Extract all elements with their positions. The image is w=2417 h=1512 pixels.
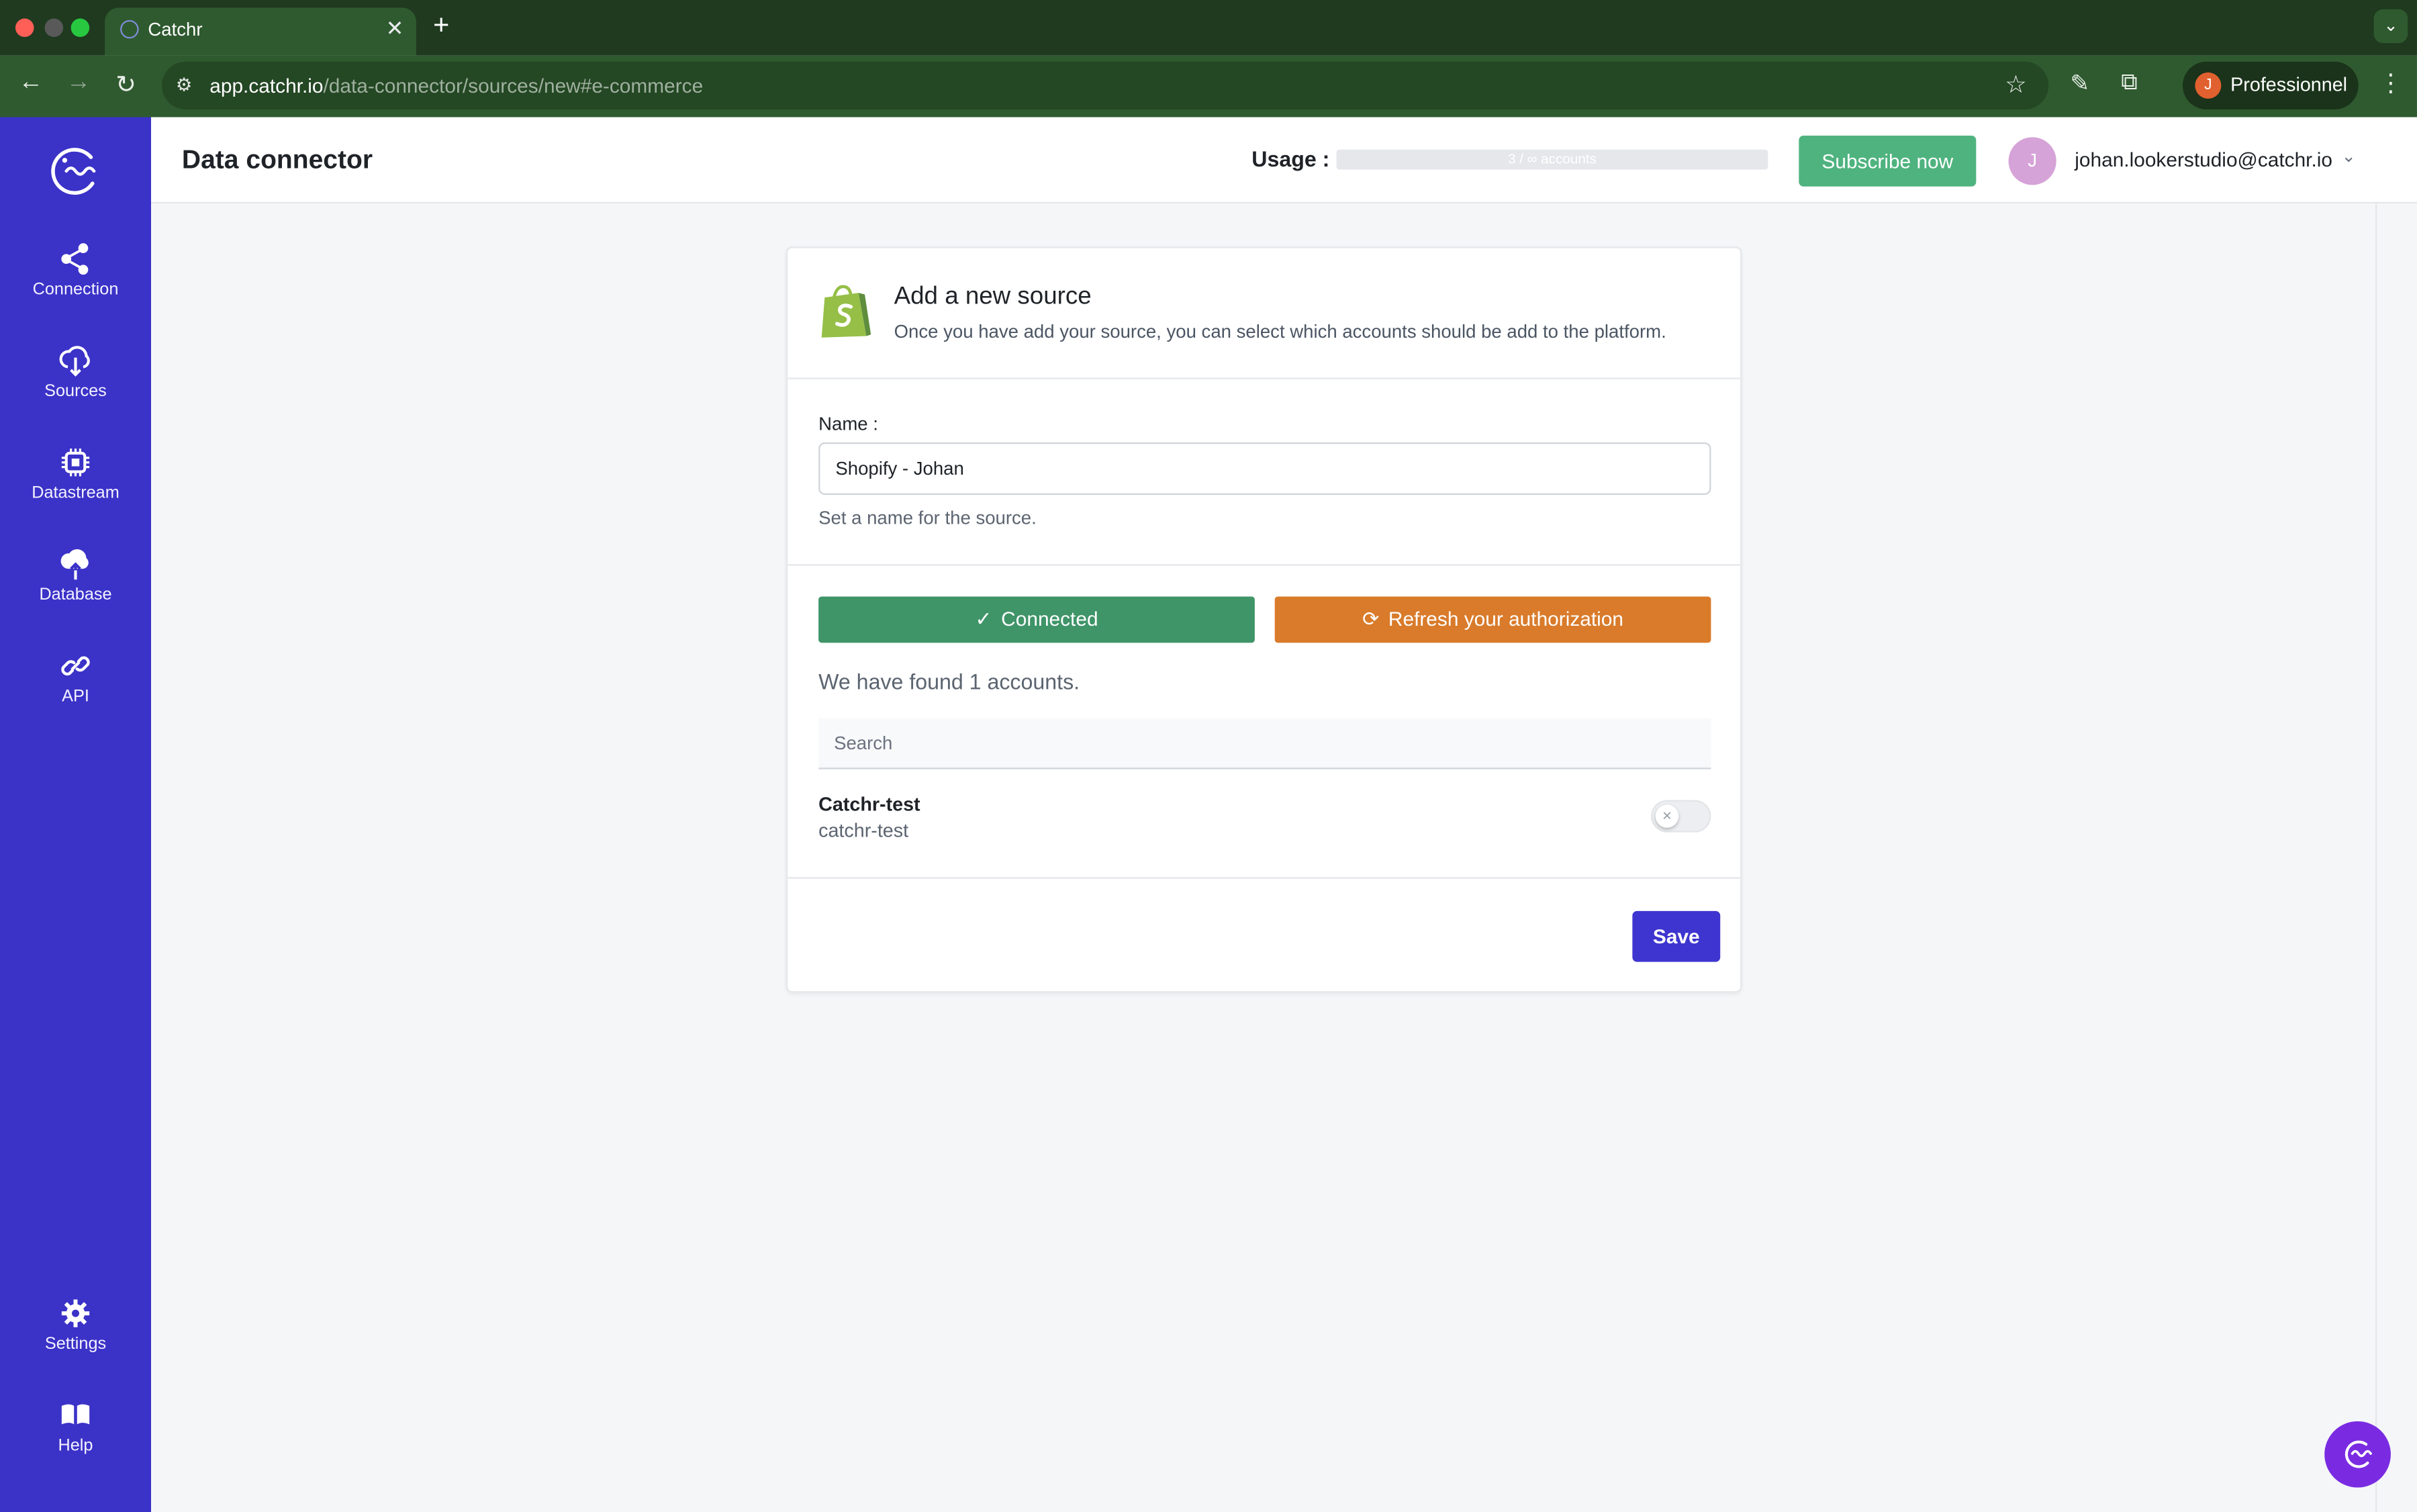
catchr-logo[interactable] bbox=[45, 145, 107, 197]
card-subtitle: Once you have add your source, you can s… bbox=[894, 320, 1666, 342]
account-name: Catchr-test bbox=[818, 794, 920, 816]
tab-search-chevron-icon[interactable]: ⌄ bbox=[2373, 9, 2408, 44]
gear-icon bbox=[61, 1299, 90, 1327]
share-icon bbox=[61, 243, 89, 275]
browser-tab-bar: Catchr ✕ + ⌄ bbox=[0, 0, 2417, 56]
divider bbox=[788, 564, 1741, 566]
add-source-card: Add a new source Once you have add your … bbox=[786, 246, 1742, 993]
sidebar-item-connection[interactable]: Connection bbox=[0, 240, 151, 299]
card-title: Add a new source bbox=[894, 283, 1092, 310]
sidebar-item-label: Settings bbox=[44, 1335, 107, 1354]
avatar[interactable]: J bbox=[2008, 137, 2056, 185]
accounts-found-text: We have found 1 accounts. bbox=[818, 669, 1080, 694]
reload-icon[interactable]: ↻ bbox=[115, 69, 136, 100]
site-settings-icon[interactable]: ⚙ bbox=[176, 74, 193, 95]
user-email[interactable]: johan.lookerstudio@catchr.io bbox=[2075, 148, 2332, 171]
sidebar-item-label: Datastream bbox=[32, 483, 120, 503]
address-bar[interactable]: ⚙ app.catchr.io/data-connector/sources/n… bbox=[162, 61, 2049, 110]
back-arrow-icon[interactable]: ← bbox=[19, 69, 44, 97]
connected-button[interactable]: ✓ Connected bbox=[818, 596, 1255, 643]
account-id: catchr-test bbox=[818, 820, 909, 842]
book-icon bbox=[61, 1404, 90, 1425]
window-minimize-button[interactable] bbox=[44, 18, 64, 38]
sidebar-item-database[interactable]: Database bbox=[0, 546, 151, 604]
sidebar-item-label: Help bbox=[58, 1436, 93, 1456]
refresh-authorization-button[interactable]: ⟳ Refresh your authorization bbox=[1274, 596, 1711, 643]
link-icon bbox=[61, 656, 90, 676]
cloud-upload-icon bbox=[60, 549, 89, 580]
extensions-puzzle-icon[interactable]: ⧉ bbox=[2121, 69, 2138, 95]
forward-arrow-icon[interactable]: → bbox=[66, 69, 91, 97]
shopify-logo-icon bbox=[821, 285, 871, 338]
tab-close-icon[interactable]: ✕ bbox=[386, 15, 404, 42]
sidebar-item-label: Sources bbox=[44, 382, 107, 401]
chat-widget-button[interactable] bbox=[2324, 1421, 2391, 1488]
subscribe-button[interactable]: Subscribe now bbox=[1799, 136, 1977, 187]
chevron-down-icon[interactable]: ⌄ bbox=[2341, 146, 2355, 167]
bookmark-star-icon[interactable]: ☆ bbox=[2005, 69, 2027, 100]
check-icon: ✓ bbox=[975, 607, 992, 631]
chip-icon bbox=[61, 448, 90, 477]
refresh-label: Refresh your authorization bbox=[1388, 607, 1624, 631]
connected-label: Connected bbox=[1001, 607, 1098, 631]
url-text[interactable]: app.catchr.io/data-connector/sources/new… bbox=[209, 74, 703, 97]
sidebar-item-api[interactable]: API bbox=[0, 647, 151, 706]
sidebar-item-label: Connection bbox=[32, 280, 119, 299]
toggle-x-icon: ✕ bbox=[1655, 804, 1679, 828]
sidebar-item-help[interactable]: Help bbox=[0, 1397, 151, 1455]
profile-avatar: J bbox=[2195, 72, 2222, 99]
tab-title: Catchr bbox=[148, 18, 203, 40]
profile-button[interactable]: J Professionnel bbox=[2182, 61, 2359, 110]
sidebar: Connection Sources Datastream Database A… bbox=[0, 117, 151, 1512]
sidebar-item-sources[interactable]: Sources bbox=[0, 342, 151, 401]
account-toggle[interactable]: ✕ bbox=[1650, 800, 1711, 833]
divider bbox=[788, 377, 1741, 379]
catchr-favicon-icon bbox=[120, 19, 139, 39]
sidebar-item-settings[interactable]: Settings bbox=[0, 1295, 151, 1354]
new-tab-icon[interactable]: + bbox=[433, 9, 449, 42]
browser-menu-icon[interactable]: ⋮ bbox=[2379, 68, 2404, 99]
save-button[interactable]: Save bbox=[1632, 910, 1721, 962]
usage-text: 3 / ∞ accounts bbox=[1508, 150, 1597, 167]
usage-label: Usage : bbox=[1251, 146, 1330, 171]
window-close-button[interactable] bbox=[15, 18, 34, 38]
refresh-icon: ⟳ bbox=[1362, 607, 1380, 631]
sidebar-item-label: API bbox=[62, 687, 89, 706]
divider bbox=[788, 877, 1741, 879]
name-field[interactable] bbox=[818, 442, 1711, 495]
eyedropper-icon[interactable]: ✎ bbox=[2070, 69, 2089, 97]
profile-name: Professionnel bbox=[2230, 74, 2348, 96]
browser-toolbar: ← → ↻ ⚙ app.catchr.io/data-connector/sou… bbox=[0, 55, 2417, 117]
scrollbar-track[interactable] bbox=[2375, 203, 2377, 1512]
catchr-chat-icon bbox=[2344, 1440, 2372, 1468]
sidebar-item-label: Database bbox=[39, 585, 112, 604]
url-host: app.catchr.io bbox=[209, 74, 324, 97]
page-title: Data connector bbox=[181, 144, 373, 175]
name-help-text: Set a name for the source. bbox=[818, 507, 1037, 529]
url-path: /data-connector/sources/new#e-commerce bbox=[323, 74, 704, 97]
browser-tab[interactable]: Catchr ✕ bbox=[105, 7, 416, 56]
app-header: Data connector Usage : 3 / ∞ accounts Su… bbox=[150, 117, 2417, 204]
search-input[interactable] bbox=[818, 718, 1711, 769]
cloud-download-icon bbox=[59, 346, 90, 377]
window-zoom-button[interactable] bbox=[70, 18, 90, 38]
sidebar-item-datastream[interactable]: Datastream bbox=[0, 444, 151, 502]
usage-progress-bar: 3 / ∞ accounts bbox=[1336, 149, 1768, 170]
name-label: Name : bbox=[818, 413, 878, 435]
